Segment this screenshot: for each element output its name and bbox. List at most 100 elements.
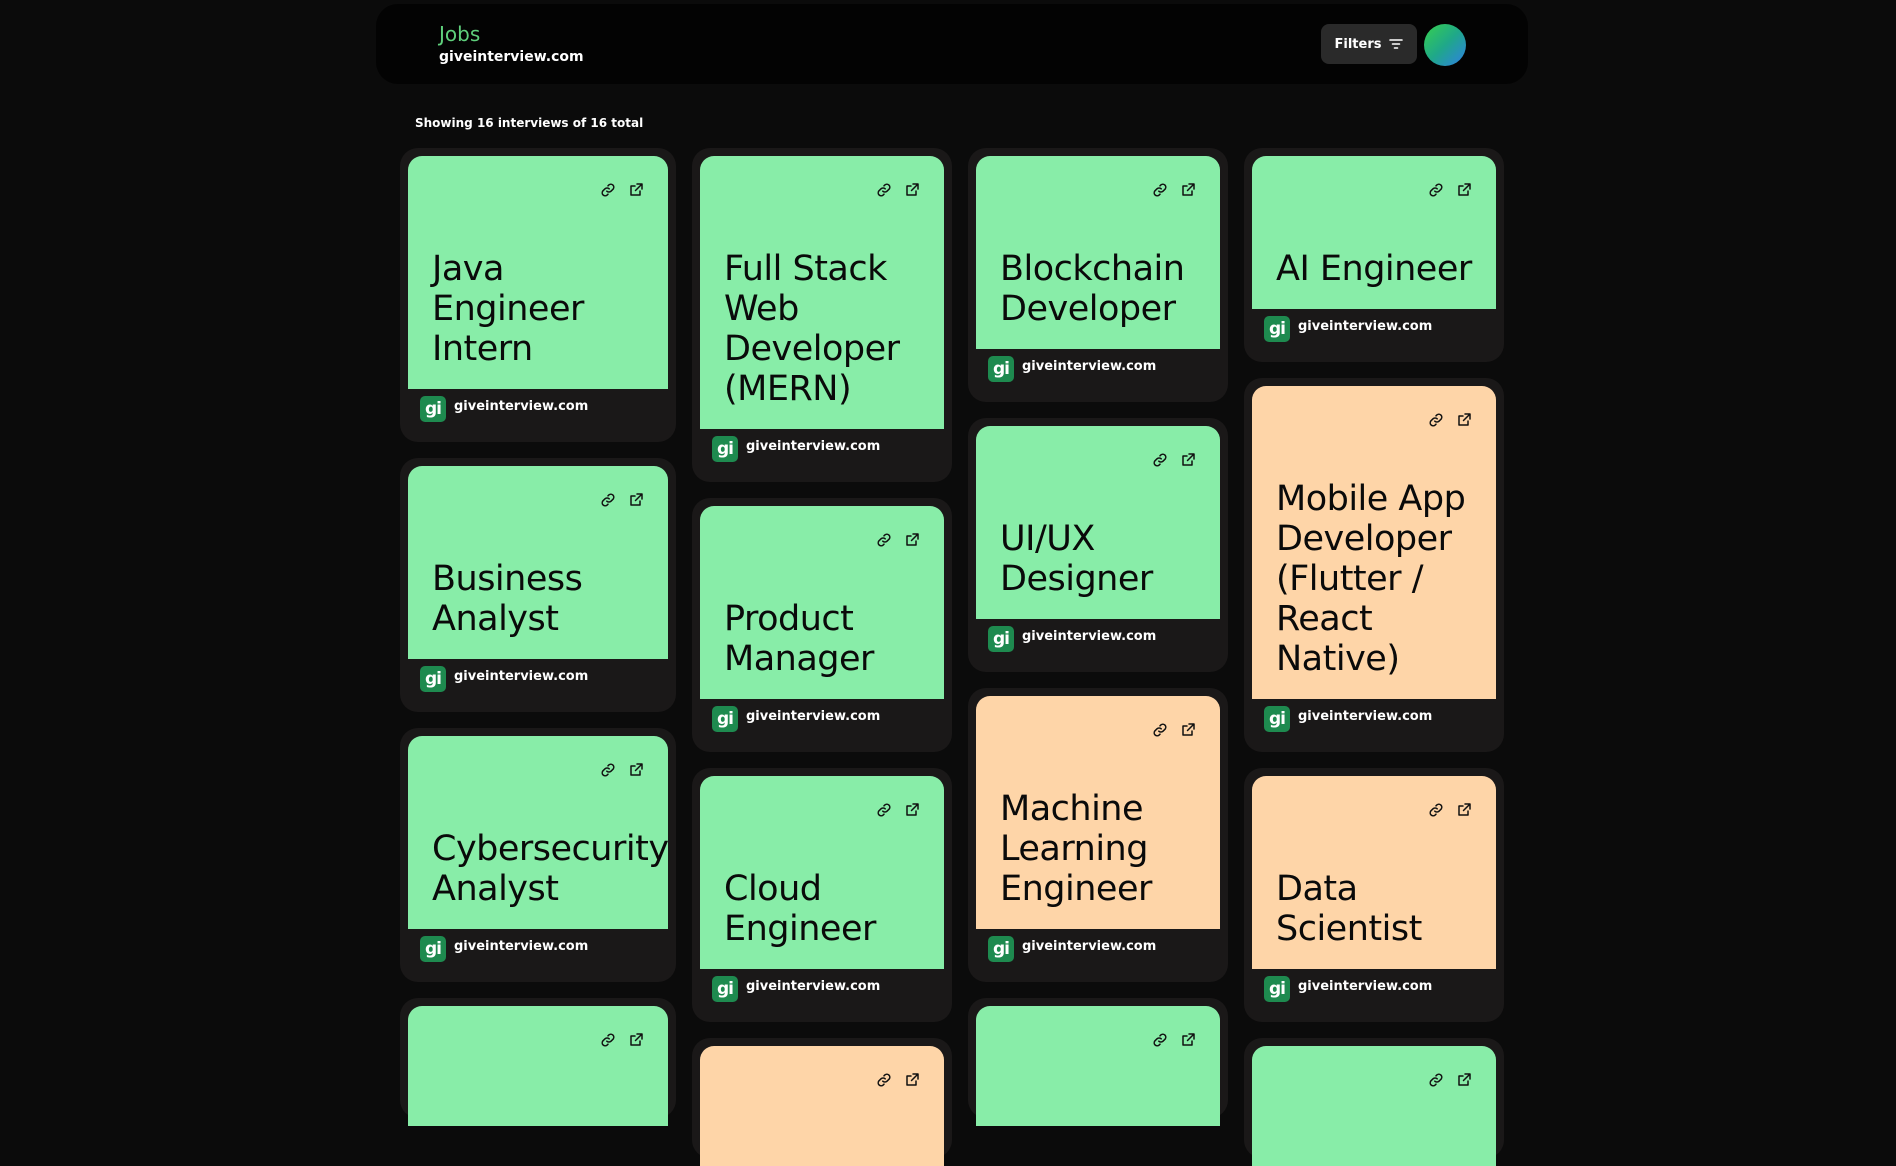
site-logo: gi xyxy=(988,936,1014,962)
source-site: giveinterview.com xyxy=(1298,318,1433,334)
job-card[interactable] xyxy=(400,998,676,1126)
results-count: Showing 16 interviews of 16 total xyxy=(415,116,644,130)
job-card[interactable]: Java Engineer Intern gi giveinterview.com xyxy=(400,148,676,442)
job-card-banner: Business Analyst xyxy=(408,466,668,659)
link-icon[interactable] xyxy=(876,1072,892,1088)
external-link-icon[interactable] xyxy=(628,762,644,778)
source-site: giveinterview.com xyxy=(746,708,881,724)
job-card-source: gi giveinterview.com xyxy=(1264,976,1432,1002)
external-link-icon[interactable] xyxy=(904,1072,920,1088)
job-title: Blockchain Developer xyxy=(1000,249,1185,329)
external-link-icon[interactable] xyxy=(1456,182,1472,198)
job-card-actions xyxy=(1152,182,1196,198)
external-link-icon[interactable] xyxy=(1180,182,1196,198)
link-icon[interactable] xyxy=(1152,182,1168,198)
link-icon[interactable] xyxy=(1152,1032,1168,1048)
user-avatar[interactable] xyxy=(1424,24,1466,66)
job-card-source: gi giveinterview.com xyxy=(420,936,588,962)
job-title: Mobile App Developer (Flutter / React Na… xyxy=(1276,479,1466,679)
external-link-icon[interactable] xyxy=(1180,1032,1196,1048)
job-card[interactable] xyxy=(1244,1038,1504,1166)
site-logo: gi xyxy=(420,936,446,962)
job-title: Business Analyst xyxy=(432,559,583,639)
link-icon[interactable] xyxy=(1152,722,1168,738)
job-title: Full Stack Web Developer (MERN) xyxy=(724,249,900,409)
job-title: Machine Learning Engineer xyxy=(1000,789,1152,909)
job-card-source: gi giveinterview.com xyxy=(712,976,880,1002)
site-name: giveinterview.com xyxy=(439,49,584,65)
job-title: Java Engineer Intern xyxy=(432,249,584,369)
link-icon[interactable] xyxy=(1428,182,1444,198)
job-card-banner: Machine Learning Engineer xyxy=(976,696,1220,929)
link-icon[interactable] xyxy=(876,802,892,818)
job-card[interactable]: Cybersecurity Analyst gi giveinterview.com xyxy=(400,728,676,982)
job-card-banner xyxy=(1252,1046,1496,1166)
job-card[interactable]: Product Manager gi giveinterview.com xyxy=(692,498,952,752)
job-card-banner: Data Scientist xyxy=(1252,776,1496,969)
brand: Jobs giveinterview.com xyxy=(439,22,584,66)
link-icon[interactable] xyxy=(600,492,616,508)
link-icon[interactable] xyxy=(1428,802,1444,818)
external-link-icon[interactable] xyxy=(1180,722,1196,738)
job-card-actions xyxy=(1428,182,1472,198)
job-title: Data Scientist xyxy=(1276,869,1422,949)
site-logo: gi xyxy=(712,436,738,462)
link-icon[interactable] xyxy=(600,1032,616,1048)
job-card-source: gi giveinterview.com xyxy=(420,666,588,692)
job-card-actions xyxy=(600,762,644,778)
job-card-source: gi giveinterview.com xyxy=(1264,706,1432,732)
job-card-actions xyxy=(1428,802,1472,818)
job-card[interactable]: Data Scientist gi giveinterview.com xyxy=(1244,768,1504,1022)
source-site: giveinterview.com xyxy=(1022,938,1157,954)
external-link-icon[interactable] xyxy=(1456,1072,1472,1088)
external-link-icon[interactable] xyxy=(904,182,920,198)
link-icon[interactable] xyxy=(1428,1072,1444,1088)
job-card[interactable]: Machine Learning Engineer gi giveinterview… xyxy=(968,688,1228,982)
job-card-actions xyxy=(876,182,920,198)
job-card-source: gi giveinterview.com xyxy=(1264,316,1432,342)
source-site: giveinterview.com xyxy=(454,398,589,414)
source-site: giveinterview.com xyxy=(1022,358,1157,374)
job-card-banner: Product Manager xyxy=(700,506,944,699)
external-link-icon[interactable] xyxy=(904,802,920,818)
job-card[interactable]: Full Stack Web Developer (MERN) gi giveint… xyxy=(692,148,952,482)
external-link-icon[interactable] xyxy=(628,1032,644,1048)
site-logo: gi xyxy=(420,396,446,422)
external-link-icon[interactable] xyxy=(904,532,920,548)
link-icon[interactable] xyxy=(600,182,616,198)
job-card[interactable]: AI Engineer gi giveinterview.com xyxy=(1244,148,1504,362)
job-card[interactable]: Business Analyst gi giveinterview.com xyxy=(400,458,676,712)
source-site: giveinterview.com xyxy=(1298,978,1433,994)
job-card[interactable] xyxy=(692,1038,952,1166)
job-card[interactable]: Mobile App Developer (Flutter / React Na… xyxy=(1244,378,1504,752)
job-card-actions xyxy=(600,492,644,508)
job-card[interactable]: Blockchain Developer gi giveinterview.com xyxy=(968,148,1228,402)
job-card-banner xyxy=(408,1006,668,1126)
site-logo: gi xyxy=(420,666,446,692)
job-card[interactable]: Cloud Engineer gi giveinterview.com xyxy=(692,768,952,1022)
job-card-actions xyxy=(876,532,920,548)
external-link-icon[interactable] xyxy=(628,182,644,198)
external-link-icon[interactable] xyxy=(1456,802,1472,818)
job-card-actions xyxy=(1152,1032,1196,1048)
app-header: Jobs giveinterview.com Filters xyxy=(376,4,1528,84)
job-card-source: gi giveinterview.com xyxy=(988,626,1156,652)
link-icon[interactable] xyxy=(1152,452,1168,468)
external-link-icon[interactable] xyxy=(1456,412,1472,428)
job-card-banner: Java Engineer Intern xyxy=(408,156,668,389)
job-card-actions xyxy=(600,182,644,198)
job-card[interactable] xyxy=(968,998,1228,1126)
filters-button[interactable]: Filters xyxy=(1321,24,1417,64)
link-icon[interactable] xyxy=(876,532,892,548)
link-icon[interactable] xyxy=(1428,412,1444,428)
job-card-banner: AI Engineer xyxy=(1252,156,1496,309)
job-card[interactable]: UI/UX Designer gi giveinterview.com xyxy=(968,418,1228,672)
external-link-icon[interactable] xyxy=(628,492,644,508)
job-card-actions xyxy=(876,802,920,818)
site-logo: gi xyxy=(1264,976,1290,1002)
job-card-actions xyxy=(876,1072,920,1088)
job-title: Cloud Engineer xyxy=(724,869,876,949)
link-icon[interactable] xyxy=(600,762,616,778)
link-icon[interactable] xyxy=(876,182,892,198)
external-link-icon[interactable] xyxy=(1180,452,1196,468)
